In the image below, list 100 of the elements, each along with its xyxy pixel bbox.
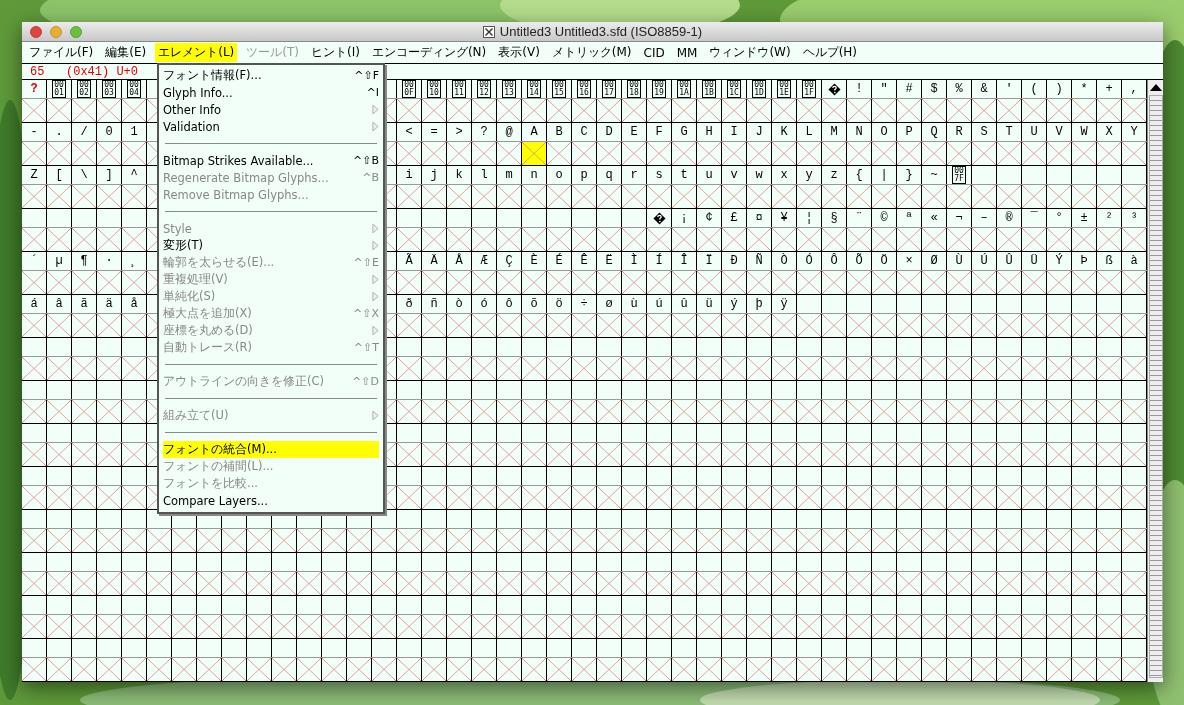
- glyph-char: l: [480, 168, 488, 182]
- glyph-char: p: [580, 168, 588, 182]
- menu-item[interactable]: ウィンドウ(W): [706, 43, 794, 62]
- glyph-char: Z: [30, 168, 38, 182]
- glyph-char: w: [755, 168, 763, 182]
- glyph-char: Ü: [1030, 254, 1038, 268]
- glyph-char: /: [80, 125, 88, 139]
- menu-item[interactable]: MM: [673, 44, 701, 61]
- glyph-char: X: [1105, 125, 1113, 139]
- glyph-char: ": [880, 82, 888, 96]
- glyph-char: Ø: [930, 254, 938, 268]
- glyph-char: ·: [105, 254, 113, 268]
- glyph-char: Ä: [430, 254, 438, 268]
- glyph-char: µ: [55, 254, 63, 268]
- glyph-char: W: [1080, 125, 1088, 139]
- glyph-char: ¯: [1030, 211, 1038, 225]
- glyph-char: U: [1030, 125, 1038, 139]
- glyph-char: k: [455, 168, 463, 182]
- menu-item[interactable]: エレメント(L): [155, 43, 238, 62]
- glyph-char: S: [980, 125, 988, 139]
- replacement-char-icon: [827, 82, 841, 96]
- menu-item[interactable]: Validation: [163, 118, 379, 135]
- menu-item[interactable]: Other Info: [163, 101, 379, 118]
- glyph-char: >: [455, 125, 463, 139]
- glyph-char: *: [1080, 82, 1088, 96]
- glyph-char: Ù: [955, 254, 963, 268]
- glyph-char: N: [855, 125, 863, 139]
- glyph-char: Ë: [605, 254, 613, 268]
- glyph-char: z: [830, 168, 838, 182]
- glyph-char: E: [630, 125, 638, 139]
- glyph-char: o: [555, 168, 563, 182]
- missing-glyph-mark: ?: [30, 82, 38, 96]
- glyph-char: á: [30, 297, 38, 311]
- glyph-char: ñ: [430, 297, 438, 311]
- glyph-char: ¸: [130, 254, 138, 268]
- glyph-char: +: [1105, 82, 1113, 96]
- scrollbar-thumb[interactable]: [1149, 95, 1163, 678]
- glyph-char: Ô: [830, 254, 838, 268]
- menu-item[interactable]: フォントの統合(M)...: [163, 441, 379, 458]
- glyph-char: ª: [905, 211, 913, 225]
- glyph-char: V: [1055, 125, 1063, 139]
- glyph-char: ): [1055, 82, 1063, 96]
- glyph-char: Þ: [1080, 254, 1088, 268]
- menu-item[interactable]: Compare Layers...: [163, 492, 379, 509]
- menu-item[interactable]: 表示(V): [495, 43, 543, 62]
- glyph-char: ¢: [705, 211, 713, 225]
- x-icon: [482, 25, 495, 38]
- glyph-char: ~: [930, 168, 938, 182]
- glyph-char: ß: [1105, 254, 1113, 268]
- menu-item[interactable]: Glyph Info... ^I: [163, 84, 379, 101]
- glyph-char: ã: [80, 297, 88, 311]
- glyph-char: %: [955, 82, 963, 96]
- glyph-char: ^: [130, 168, 138, 182]
- glyph-char: #: [905, 82, 913, 96]
- glyph-char: \: [80, 168, 88, 182]
- menu-item[interactable]: エンコーディング(N): [368, 43, 490, 62]
- glyph-char: ý: [730, 297, 738, 311]
- glyph-char: Õ: [855, 254, 863, 268]
- glyph-char: ?: [480, 125, 488, 139]
- glyph-char: T: [1005, 125, 1013, 139]
- glyph-char: P: [905, 125, 913, 139]
- window-title: Untitled3 Untitled3.sfd (ISO8859-1): [499, 24, 703, 39]
- glyph-char: °: [1055, 211, 1063, 225]
- scroll-up-icon[interactable]: [1149, 83, 1163, 92]
- menu-item[interactable]: ファイル(F): [26, 43, 97, 62]
- glyph-char: n: [530, 168, 538, 182]
- glyph-char: ø: [605, 297, 613, 311]
- glyph-char: y: [805, 168, 813, 182]
- glyph-char: F: [655, 125, 663, 139]
- close-button[interactable]: [30, 25, 42, 38]
- glyph-char: G: [680, 125, 688, 139]
- menu-item[interactable]: 編集(E): [102, 43, 150, 62]
- glyph-char: m: [505, 168, 513, 182]
- glyph-char: u: [705, 168, 713, 182]
- glyph-char: I: [730, 125, 738, 139]
- glyph-char: â: [55, 297, 63, 311]
- glyph-char: Æ: [480, 254, 488, 268]
- glyph-char: H: [705, 125, 713, 139]
- glyph-char: ¦: [805, 211, 813, 225]
- glyph-char: Ã: [405, 254, 413, 268]
- glyph-char: R: [955, 125, 963, 139]
- glyph-char: ò: [455, 297, 463, 311]
- glyph-char: ×: [905, 254, 913, 268]
- glyph-char: x: [780, 168, 788, 182]
- menu-item[interactable]: Bitmap Strikes Available... ^⇧B: [163, 152, 379, 169]
- glyph-char: Û: [1005, 254, 1013, 268]
- menu-item[interactable]: メトリック(M): [548, 43, 635, 62]
- glyph-char: ]: [105, 168, 113, 182]
- glyph-char: C: [580, 125, 588, 139]
- menu-item[interactable]: CID: [640, 44, 668, 61]
- glyph-char: ': [1005, 82, 1013, 96]
- menu-item[interactable]: ヘルプ(H): [799, 43, 861, 62]
- glyph-char: ù: [630, 297, 638, 311]
- menu-item[interactable]: 変形(T): [163, 237, 379, 254]
- menu-item[interactable]: ヒント(I): [308, 43, 363, 62]
- menu-item[interactable]: フォント情報(F)... ^⇧F: [163, 67, 379, 84]
- glyph-char: ±: [1080, 211, 1088, 225]
- glyph-char: §: [830, 211, 838, 225]
- glyph-char: =: [430, 125, 438, 139]
- glyph-char: O: [880, 125, 888, 139]
